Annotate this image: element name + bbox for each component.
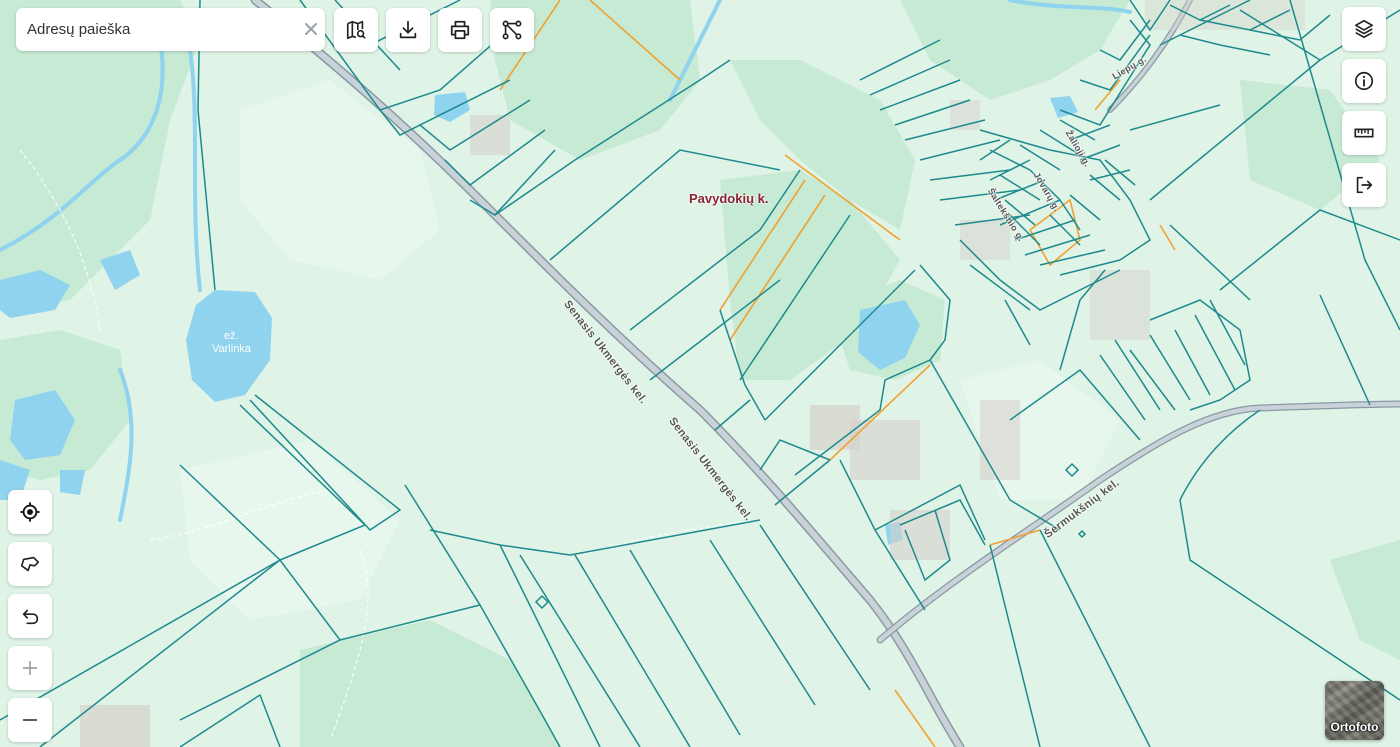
ruler-icon [1354, 128, 1374, 138]
route-icon [502, 20, 522, 40]
measure-button[interactable] [1342, 111, 1386, 155]
print-button[interactable] [438, 8, 482, 52]
polygon-icon [20, 556, 40, 572]
map-layer [0, 0, 1400, 747]
lake-label-line2: Varlinka [212, 343, 251, 355]
clear-icon[interactable] [301, 19, 321, 39]
zoom-out-button[interactable] [8, 698, 52, 742]
locate-button[interactable] [8, 490, 52, 534]
logout-button[interactable] [1342, 163, 1386, 207]
map-canvas[interactable]: Pavydokių k. ež. Varlinka Senasis Ukmerg… [0, 0, 1400, 747]
download-icon [399, 20, 417, 39]
map-search-icon [346, 20, 366, 40]
undo-button[interactable] [8, 594, 52, 638]
plus-icon [22, 660, 38, 676]
minus-icon [22, 719, 38, 721]
draw-polygon-button[interactable] [8, 542, 52, 586]
address-search-input[interactable] [16, 8, 296, 51]
download-button[interactable] [386, 8, 430, 52]
logout-icon [1356, 176, 1373, 194]
address-search-box [16, 8, 325, 51]
info-button[interactable] [1342, 59, 1386, 103]
printer-icon [450, 20, 470, 40]
layers-button[interactable] [1342, 7, 1386, 51]
ortofoto-label: Ortofoto [1330, 720, 1379, 734]
target-icon [20, 502, 40, 522]
undo-icon [22, 609, 39, 625]
info-icon [1354, 71, 1374, 91]
lake-label-line1: ež. [224, 330, 239, 342]
map-search-button[interactable] [334, 8, 378, 52]
village-label: Pavydokių k. [689, 191, 769, 206]
route-button[interactable] [490, 8, 534, 52]
ortofoto-basemap-toggle[interactable]: Ortofoto [1325, 681, 1384, 740]
zoom-in-button[interactable] [8, 646, 52, 690]
layers-icon [1354, 19, 1374, 39]
